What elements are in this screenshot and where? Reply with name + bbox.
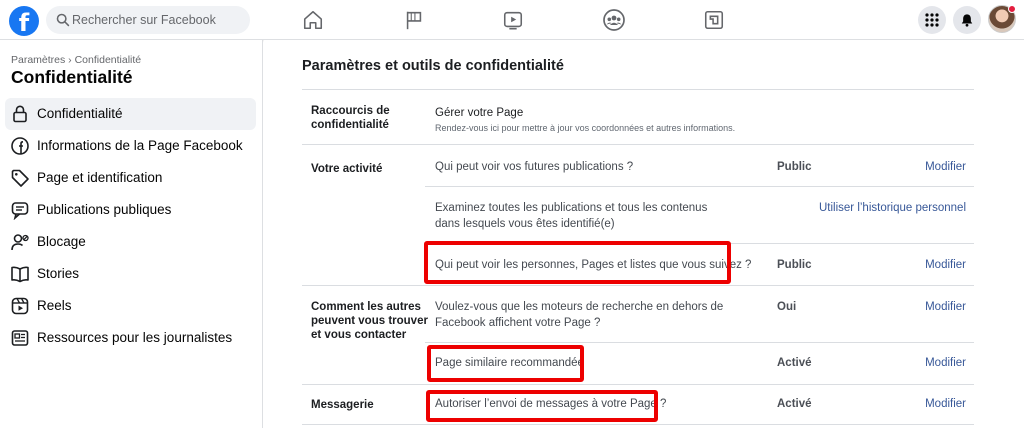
- search-box[interactable]: [46, 6, 250, 34]
- breadcrumb[interactable]: Paramètres › Confidentialité: [11, 54, 141, 66]
- notification-dot: [1008, 5, 1016, 13]
- row-status: Oui: [777, 301, 797, 313]
- notifications-bell-icon[interactable]: [953, 6, 981, 34]
- historique-personnel-link[interactable]: Utiliser l’historique personnel: [819, 202, 966, 214]
- menu-grid-icon[interactable]: [918, 6, 946, 34]
- row-status: Activé: [777, 357, 812, 369]
- divider: [302, 285, 974, 286]
- lock-icon: [13, 105, 27, 123]
- divider: [425, 342, 974, 343]
- home-icon[interactable]: [298, 6, 328, 34]
- row-text-examinez-publications: Examinez toutes les publications et tous…: [435, 202, 708, 230]
- section-label-activite: Votre activité: [311, 163, 383, 175]
- sidebar-item-blocage[interactable]: Blocage: [5, 226, 256, 258]
- public-posts-icon: [11, 202, 29, 220]
- sidebar-item-stories[interactable]: Stories: [5, 258, 256, 290]
- reels-icon: [11, 297, 29, 315]
- block-user-icon: [11, 234, 29, 251]
- sidebar-item-confidentialite[interactable]: Confidentialité: [5, 98, 256, 130]
- row-text-moteurs-recherche: Voulez-vous que les moteurs de recherche…: [435, 301, 724, 329]
- sidebar-item-label: Page et identification: [37, 170, 163, 185]
- divider: [302, 424, 974, 425]
- row-status: Public: [777, 259, 812, 271]
- modifier-link[interactable]: Modifier: [925, 398, 966, 410]
- highlight-box: [427, 345, 584, 382]
- search-icon: [56, 13, 70, 27]
- tag-icon: [11, 169, 29, 187]
- page-title: Paramètres et outils de confidentialité: [302, 58, 564, 74]
- sidebar-item-label: Publications publiques: [37, 202, 172, 217]
- groups-icon[interactable]: [599, 6, 629, 34]
- sidebar-title: Confidentialité: [11, 67, 133, 87]
- book-icon: [11, 266, 29, 283]
- highlight-box: [424, 241, 731, 284]
- sidebar-item-informations-page[interactable]: Informations de la Page Facebook: [5, 130, 256, 162]
- section-label-raccourcis: Raccourcis de confidentialité: [311, 105, 390, 131]
- facebook-logo[interactable]: f: [9, 6, 39, 36]
- sidebar-item-ressources-journalistes[interactable]: Ressources pour les journalistes: [5, 322, 256, 354]
- highlight-box: [426, 390, 658, 422]
- section-label-messagerie: Messagerie: [311, 399, 374, 411]
- row-status: Activé: [777, 398, 812, 410]
- modifier-link[interactable]: Modifier: [925, 161, 966, 173]
- divider: [302, 384, 974, 385]
- modifier-link[interactable]: Modifier: [925, 259, 966, 271]
- modifier-link[interactable]: Modifier: [925, 357, 966, 369]
- sidebar-item-reels[interactable]: Reels: [5, 290, 256, 322]
- row-title-gerer-page[interactable]: Gérer votre Page: [435, 105, 523, 121]
- sidebar-item-label: Blocage: [37, 234, 86, 249]
- row-status: Public: [777, 161, 812, 173]
- divider: [425, 186, 974, 187]
- search-input[interactable]: [72, 6, 246, 34]
- section-label-trouver-contacter: Comment les autres peuvent vous trouver …: [311, 301, 428, 341]
- sidebar-item-label: Informations de la Page Facebook: [37, 138, 243, 153]
- divider: [302, 89, 974, 90]
- top-navigation-bar: f: [0, 0, 1024, 40]
- flag-icon[interactable]: [399, 6, 429, 34]
- row-subtitle-gerer-page: Rendez-vous ici pour mettre à jour vos c…: [435, 123, 736, 133]
- modifier-link[interactable]: Modifier: [925, 301, 966, 313]
- sidebar-item-label: Confidentialité: [37, 106, 123, 121]
- facebook-icon: [11, 137, 29, 155]
- divider: [302, 144, 974, 145]
- sidebar-item-label: Ressources pour les journalistes: [37, 330, 233, 345]
- row-text-futures-publications: Qui peut voir vos futures publications ?: [435, 161, 634, 173]
- sidebar-item-label: Stories: [37, 266, 80, 281]
- settings-sidebar: Paramètres › Confidentialité Confidentia…: [0, 40, 263, 428]
- sidebar-item-publications-publiques[interactable]: Publications publiques: [5, 194, 256, 226]
- video-icon[interactable]: [498, 6, 528, 34]
- sidebar-item-label: Reels: [37, 298, 72, 313]
- news-icon: [11, 330, 29, 346]
- gaming-icon[interactable]: [699, 6, 729, 34]
- privacy-settings-panel: Paramètres et outils de confidentialité …: [264, 40, 1024, 428]
- sidebar-item-page-identification[interactable]: Page et identification: [5, 162, 256, 194]
